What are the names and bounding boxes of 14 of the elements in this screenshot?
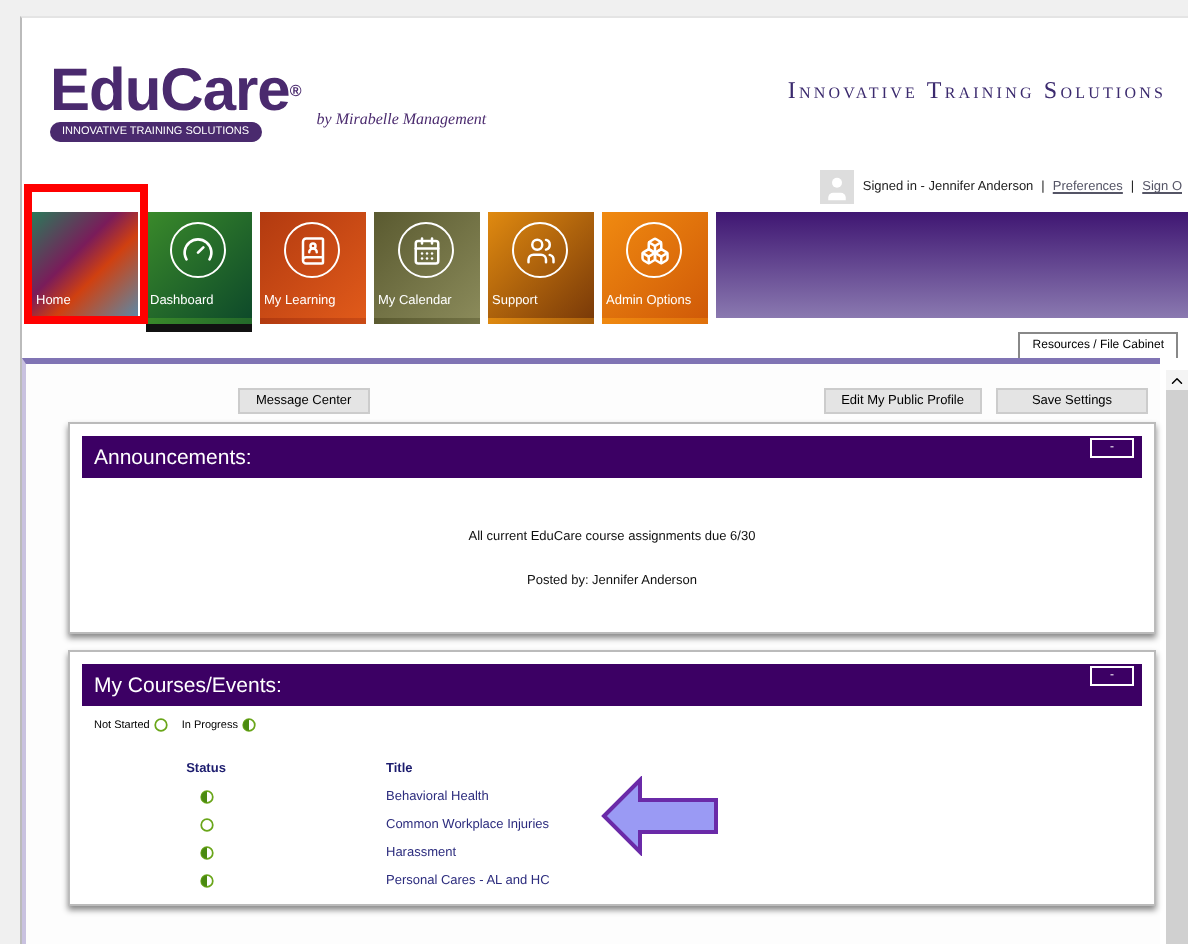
byline: by Mirabelle Management [316, 109, 487, 128]
highlight-frame [24, 184, 148, 324]
left-arrow-drawing [600, 776, 720, 856]
calendar-icon [398, 222, 454, 279]
gauge-icon [170, 222, 226, 279]
panel-title: Announcements: [94, 445, 252, 470]
boxes-icon [626, 222, 682, 279]
people-icon [512, 222, 568, 279]
scrollbar[interactable] [1166, 370, 1188, 944]
avatar-icon [820, 170, 855, 205]
panel-title: My Courses/Events: [94, 673, 282, 698]
person-document-icon [284, 222, 340, 279]
scroll-up-icon[interactable] [1166, 370, 1188, 390]
site-title: Innovative Training Solutions [787, 75, 1166, 106]
